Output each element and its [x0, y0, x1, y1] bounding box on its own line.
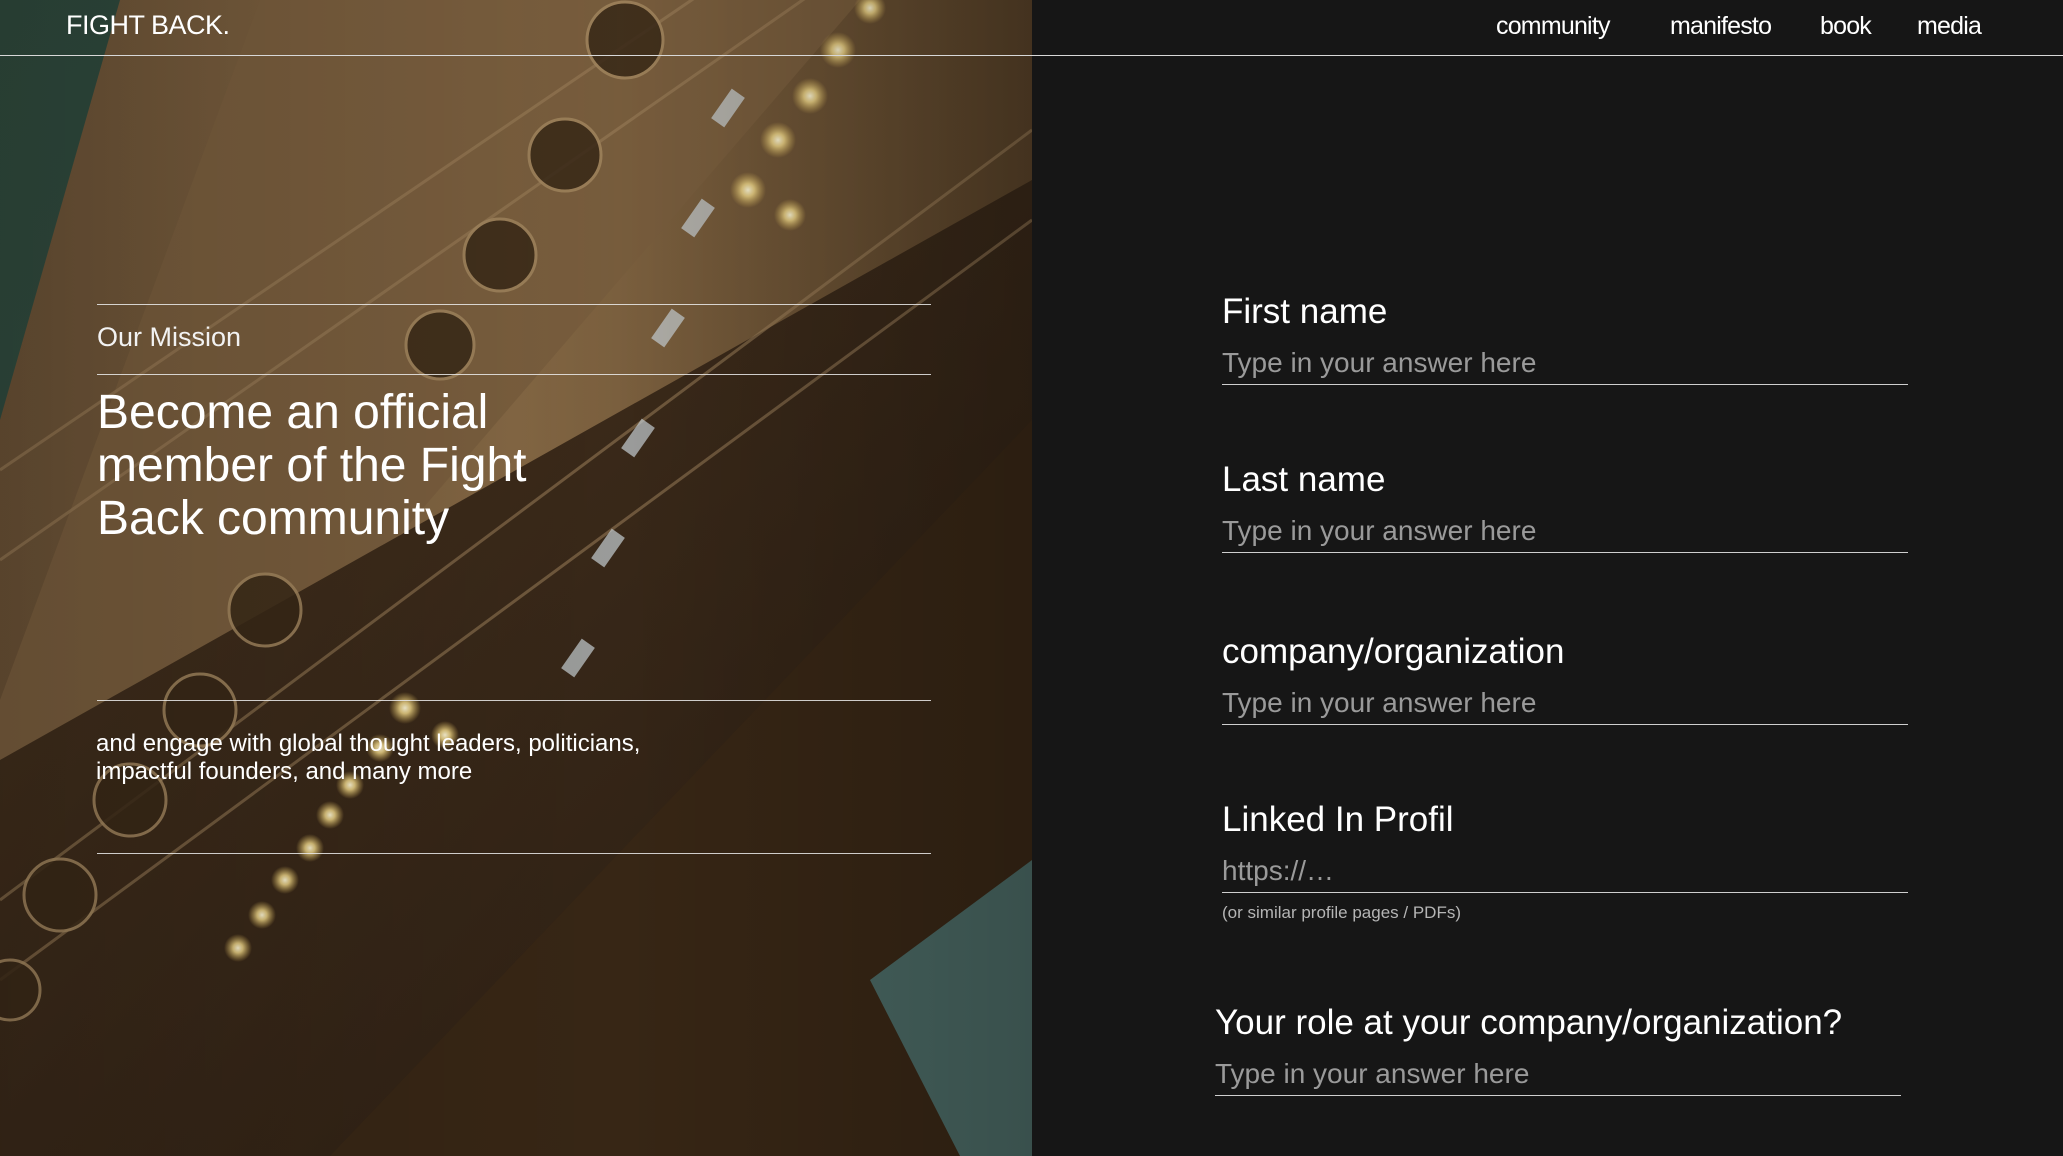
field-company: company/organization [1222, 632, 1908, 725]
first-name-label: First name [1222, 292, 1388, 331]
linkedin-label: Linked In Profil [1222, 800, 1454, 839]
divider-line [97, 304, 931, 305]
hero-photo [0, 0, 1032, 1156]
linkedin-hint: (or similar profile pages / PDFs) [1222, 903, 1462, 922]
role-input[interactable] [1215, 1053, 1901, 1096]
nav-link-book[interactable]: book [1820, 12, 1872, 41]
nav-link-media[interactable]: media [1917, 12, 1982, 41]
field-linkedin: Linked In Profil (or similar profile pag… [1222, 800, 1908, 923]
divider-line [97, 700, 931, 701]
nav-link-manifesto[interactable]: manifesto [1670, 12, 1772, 41]
site-header: FIGHT BACK. community manifesto book med… [0, 0, 2063, 56]
linkedin-input[interactable] [1222, 850, 1908, 893]
company-label: company/organization [1222, 632, 1565, 671]
mission-heading: Become an official member of the Fight B… [97, 386, 527, 545]
nav-link-community[interactable]: community [1496, 12, 1610, 41]
form-panel [1032, 0, 2063, 1156]
last-name-input[interactable] [1222, 510, 1908, 553]
field-last-name: Last name [1222, 460, 1908, 553]
last-name-label: Last name [1222, 460, 1386, 499]
brand-logo-link[interactable]: FIGHT BACK. [66, 10, 230, 41]
page: FIGHT BACK. community manifesto book med… [0, 0, 2063, 1156]
hero-overlay [0, 0, 1032, 1156]
divider-line [97, 853, 931, 854]
company-input[interactable] [1222, 682, 1908, 725]
field-first-name: First name [1222, 292, 1908, 385]
mission-subtitle: and engage with global thought leaders, … [96, 730, 641, 785]
role-label: Your role at your company/organization? [1215, 1003, 1843, 1042]
field-role: Your role at your company/organization? [1215, 1003, 1901, 1096]
first-name-input[interactable] [1222, 342, 1908, 385]
mission-label: Our Mission [97, 322, 242, 352]
divider-line [97, 374, 931, 375]
